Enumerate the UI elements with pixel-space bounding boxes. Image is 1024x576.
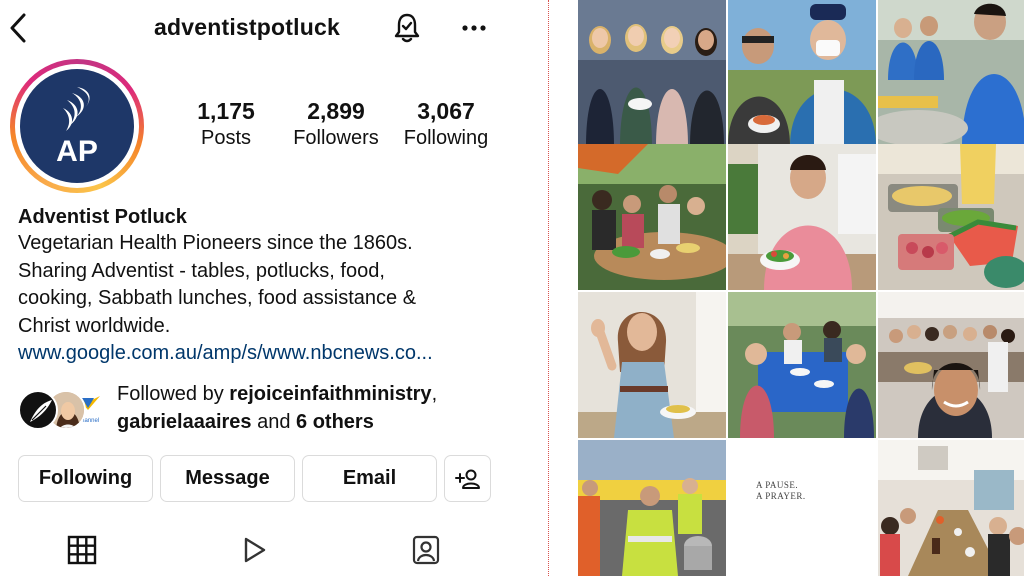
message-button[interactable]: Message	[160, 455, 295, 502]
top-bar: adventistpotluck	[0, 0, 548, 56]
prayer-line-2: A PRAYER.	[756, 491, 806, 501]
profile-username: adventistpotluck	[154, 14, 340, 40]
followed-by-separator: ,	[431, 383, 438, 405]
post-thumbnail[interactable]	[578, 0, 726, 146]
bio-link[interactable]: www.google.com.au/amp/s/www.nbcnews.co..…	[18, 340, 488, 367]
follower-others-link[interactable]: 6 others	[296, 411, 374, 433]
post-thumbnail[interactable]	[578, 292, 726, 438]
waving-woman-image	[578, 292, 726, 438]
profile-avatar[interactable]: AP	[10, 59, 144, 193]
avatar-logo: AP	[20, 69, 134, 183]
display-name: Adventist Potluck	[18, 206, 187, 228]
masked-friends-image	[728, 0, 876, 146]
avatar-text: AP	[56, 135, 98, 168]
bio-text: Vegetarian Health Pioneers since the 186…	[18, 232, 417, 337]
profile-panel: adventistpotluck AP 1,175 Posts 2,899 Fo…	[0, 0, 548, 576]
outdoor-potluck-image	[578, 144, 726, 290]
prayer-line-1: A PAUSE.	[756, 480, 799, 490]
stat-following[interactable]: 3,067 Following	[396, 98, 496, 150]
post-thumbnail[interactable]	[578, 144, 726, 290]
back-arrow-icon[interactable]	[8, 12, 28, 44]
notification-bell-icon[interactable]	[392, 12, 422, 44]
fruit-buffet-image	[878, 144, 1024, 290]
post-thumbnail[interactable]	[728, 144, 876, 290]
followed-by[interactable]: Channel Followed by rejoiceinfaithminist…	[18, 381, 538, 441]
profile-bio: Adventist Potluck Vegetarian Health Pion…	[18, 204, 538, 367]
followers-count: 2,899	[307, 98, 365, 124]
follower-link-1[interactable]: rejoiceinfaithministry	[229, 383, 431, 405]
stat-posts[interactable]: 1,175 Posts	[190, 98, 262, 150]
followed-by-text: Followed by rejoiceinfaithministry, gabr…	[117, 381, 537, 436]
post-thumbnail[interactable]	[878, 144, 1024, 290]
post-thumbnail[interactable]	[728, 292, 876, 438]
grid-tab-icon[interactable]	[66, 534, 98, 566]
following-button[interactable]: Following	[18, 455, 153, 502]
post-thumbnail[interactable]	[728, 0, 876, 146]
add-person-icon	[454, 469, 480, 489]
profile-tabs	[0, 528, 548, 576]
volunteers-outdoor-image	[578, 440, 726, 576]
post-thumbnail[interactable]	[878, 292, 1024, 438]
prayer-post-text: A PAUSE. A PRAYER.	[756, 480, 806, 502]
group-selfie-image	[878, 292, 1024, 438]
following-count: 3,067	[417, 98, 475, 124]
post-thumbnail[interactable]	[878, 440, 1024, 576]
followed-by-and: and	[251, 410, 297, 433]
followers-label: Followers	[293, 127, 379, 149]
group-photo-image	[578, 0, 726, 146]
more-options-icon[interactable]	[461, 18, 487, 38]
following-label: Following	[403, 127, 489, 149]
email-button[interactable]: Email	[302, 455, 437, 502]
posts-label: Posts	[200, 127, 252, 149]
followed-by-prefix: Followed by	[117, 383, 230, 405]
picnic-gathering-image	[728, 292, 876, 438]
follower-avatar-1	[18, 390, 58, 430]
posts-count: 1,175	[197, 98, 255, 124]
post-thumbnail[interactable]: A PAUSE. A PRAYER.	[728, 440, 876, 576]
man-with-plate-image	[728, 144, 876, 290]
panel-divider	[548, 0, 549, 576]
tagged-tab-icon[interactable]	[410, 534, 442, 566]
posts-grid: A PAUSE. A PRAYER.	[578, 0, 1024, 576]
post-thumbnail[interactable]	[578, 440, 726, 576]
reels-tab-icon[interactable]	[238, 534, 270, 566]
ap-logo-icon: AP	[56, 87, 98, 168]
follower-link-2[interactable]: gabrielaaaires	[117, 411, 252, 433]
food-serving-image	[878, 0, 1024, 146]
avatar-gap: AP	[15, 64, 139, 188]
suggested-people-button[interactable]	[444, 455, 491, 502]
post-thumbnail[interactable]	[878, 0, 1024, 146]
stat-followers[interactable]: 2,899 Followers	[284, 98, 388, 150]
long-table-dinner-image	[878, 440, 1024, 576]
